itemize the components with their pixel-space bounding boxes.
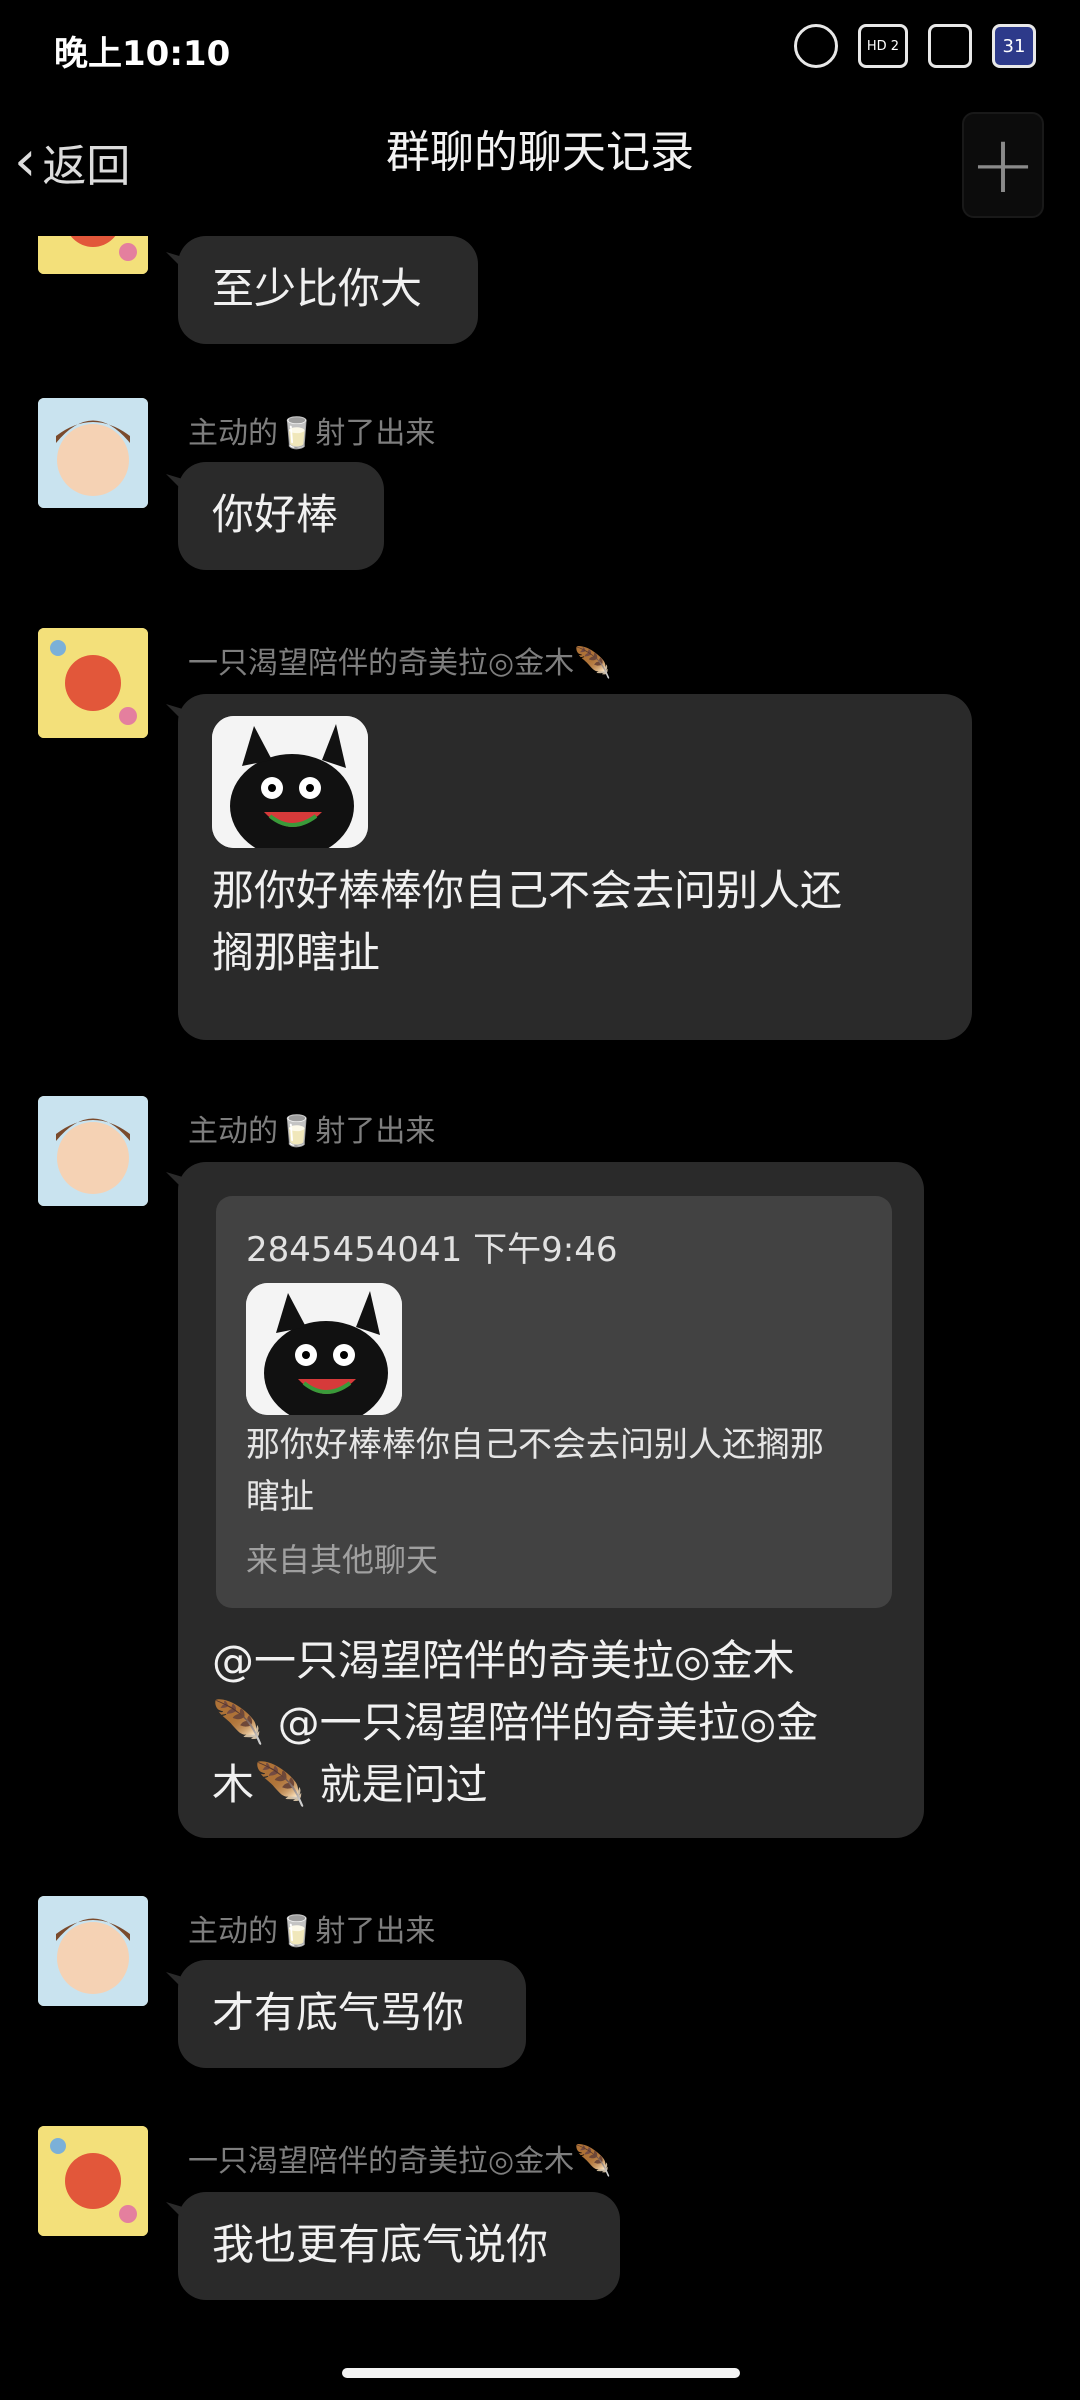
message-text: 我也更有底气说你 <box>212 2220 549 2269</box>
calendar-icon: 31 <box>992 24 1036 68</box>
message-bubble[interactable]: 那你好棒棒你自己不会去问别人还 搁那瞎扯 <box>178 694 972 1040</box>
chat-history-screen: 晚上10:10 HD 2 31 ‹ 返回 群聊的聊天记录 + 至少比你大 主动的… <box>0 0 1080 2400</box>
message-bubble[interactable]: 2845454041 下午9:46 那你好棒棒你自己不会去问别人还搁那 瞎扯 来… <box>178 1162 924 1838</box>
message-bubble[interactable]: 我也更有底气说你 <box>178 2192 620 2300</box>
message-bubble[interactable]: 至少比你大 <box>178 236 478 344</box>
plus-button[interactable]: + <box>962 112 1044 218</box>
sticker-image[interactable] <box>246 1283 402 1415</box>
sender-name: 一只渴望陪伴的奇美拉◎金木🪶 <box>188 646 612 681</box>
sender-name: 主动的🥛射了出来 <box>188 1914 436 1949</box>
avatar[interactable] <box>38 1896 148 2006</box>
quote-source: 来自其他聊天 <box>246 1541 439 1579</box>
avatar[interactable] <box>38 2126 148 2236</box>
quote-text: 那你好棒棒你自己不会去问别人还搁那 瞎扯 <box>246 1425 824 1517</box>
sender-name: 主动的🥛射了出来 <box>188 1114 436 1149</box>
avatar[interactable] <box>38 1096 148 1206</box>
avatar[interactable] <box>38 398 148 508</box>
message-text: 那你好棒棒你自己不会去问别人还 搁那瞎扯 <box>212 866 843 977</box>
status-icons: HD 2 31 <box>794 24 1036 68</box>
page-title: 群聊的聊天记录 <box>386 127 694 178</box>
message-list[interactable]: 至少比你大 主动的🥛射了出来 你好棒 一只渴望陪伴的奇美拉◎金木🪶 那你好棒棒你… <box>0 236 1080 2336</box>
header: ‹ 返回 群聊的聊天记录 + <box>0 96 1080 236</box>
status-time: 晚上10:10 <box>54 34 231 74</box>
wifi-icon <box>928 24 972 68</box>
quote-meta: 2845454041 下午9:46 <box>246 1230 618 1270</box>
avatar[interactable] <box>38 236 148 274</box>
message-text: @一只渴望陪伴的奇美拉◎金木 🪶 @一只渴望陪伴的奇美拉◎金 木🪶 就是问过 <box>212 1636 819 1809</box>
message-bubble[interactable]: 你好棒 <box>178 462 384 570</box>
message-bubble[interactable]: 才有底气骂你 <box>178 1960 526 2068</box>
sticker-image[interactable] <box>212 716 368 848</box>
quoted-message[interactable]: 2845454041 下午9:46 那你好棒棒你自己不会去问别人还搁那 瞎扯 来… <box>216 1196 892 1608</box>
message-text: 才有底气骂你 <box>212 1988 465 2037</box>
alarm-icon <box>794 24 838 68</box>
message-text: 至少比你大 <box>212 264 423 313</box>
message-text: 你好棒 <box>212 490 339 539</box>
home-indicator[interactable] <box>342 2368 740 2378</box>
status-bar: 晚上10:10 HD 2 31 <box>0 0 1080 96</box>
sender-name: 主动的🥛射了出来 <box>188 416 436 451</box>
avatar[interactable] <box>38 628 148 738</box>
hd-signal-icon: HD 2 <box>858 24 908 68</box>
sender-name: 一只渴望陪伴的奇美拉◎金木🪶 <box>188 2144 612 2179</box>
plus-icon: + <box>969 118 1037 211</box>
